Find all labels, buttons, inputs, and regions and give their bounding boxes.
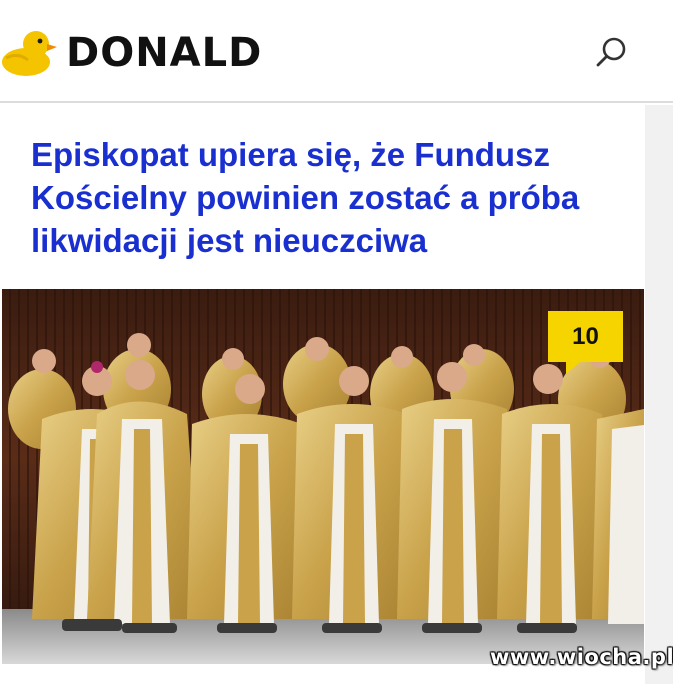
logo-wordmark[interactable]: DONALD bbox=[66, 28, 262, 78]
article-title[interactable]: Episkopat upiera się, że Fundusz Kościel… bbox=[31, 133, 621, 262]
watermark-text: www.wiocha.pl bbox=[490, 645, 673, 669]
page-gutter bbox=[645, 105, 673, 684]
duck-icon[interactable] bbox=[0, 22, 58, 80]
search-icon[interactable] bbox=[592, 32, 632, 72]
top-bar: DONALD bbox=[0, 0, 673, 103]
comment-count-badge[interactable]: 10 bbox=[548, 311, 623, 374]
